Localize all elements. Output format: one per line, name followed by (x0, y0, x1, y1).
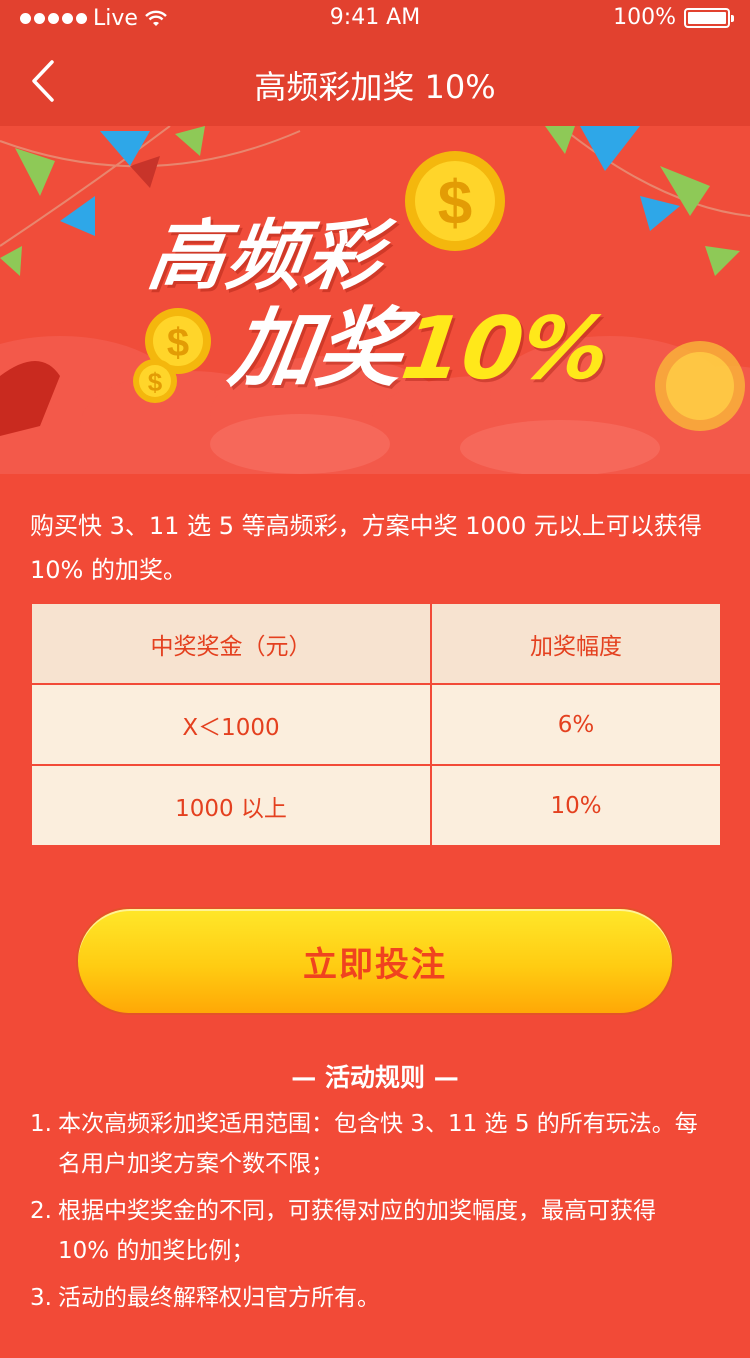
table-header-row: 中奖奖金（元） 加奖幅度 (30, 602, 722, 685)
list-item: 3. 活动的最终解释权归官方所有。 (30, 1278, 720, 1318)
bet-now-button[interactable]: 立即投注 (76, 907, 674, 1015)
nav-bar: 高频彩加奖 10% (0, 40, 750, 126)
svg-text:$: $ (438, 169, 472, 238)
page-title: 高频彩加奖 10% (254, 68, 496, 106)
rules-list: 1. 本次高频彩加奖适用范围：包含快 3、11 选 5 的所有玩法。每名用户加奖… (30, 1104, 720, 1325)
rule-number: 1. (30, 1111, 52, 1137)
list-item: 1. 本次高频彩加奖适用范围：包含快 3、11 选 5 的所有玩法。每名用户加奖… (30, 1104, 720, 1184)
intro-text: 购买快 3、11 选 5 等高频彩，方案中奖 1000 元以上可以获得 10% … (30, 512, 702, 584)
table-cell-prize: X＜1000 (30, 683, 432, 766)
rule-text: 本次高频彩加奖适用范围：包含快 3、11 选 5 的所有玩法。每名用户加奖方案个… (58, 1111, 698, 1177)
table-cell-bonus-rate: 6% (430, 683, 722, 766)
table-header-bonus-rate: 加奖幅度 (430, 602, 722, 685)
rule-text: 根据中奖奖金的不同，可获得对应的加奖幅度，最高可获得 10% 的加奖比例； (58, 1198, 656, 1264)
table-row: 1000 以上 10% (30, 764, 722, 847)
table-cell-prize: 1000 以上 (30, 764, 432, 847)
status-right: 100% (613, 5, 734, 30)
bonus-table: 中奖奖金（元） 加奖幅度 X＜1000 6% 1000 以上 10% (30, 602, 722, 847)
table-cell-bonus-rate: 10% (430, 764, 722, 847)
banner-headline-line2: 加奖10% (223, 278, 618, 403)
banner-headline-percent: 10% (395, 299, 616, 399)
promo-banner: $ $ $ 高频彩 加奖10% (0, 126, 750, 474)
battery-icon (684, 7, 734, 28)
status-bar: Live 9:41 AM 100% (0, 0, 750, 40)
rule-number: 2. (30, 1198, 52, 1224)
rules-heading: — 活动规则 — (291, 1063, 459, 1092)
rule-number: 3. (30, 1285, 52, 1311)
svg-text:$: $ (148, 367, 163, 397)
svg-text:$: $ (167, 321, 189, 365)
rule-text: 活动的最终解释权归官方所有。 (58, 1285, 380, 1311)
table-header-prize: 中奖奖金（元） (30, 602, 432, 685)
list-item: 2. 根据中奖奖金的不同，可获得对应的加奖幅度，最高可获得 10% 的加奖比例； (30, 1191, 720, 1271)
table-row: X＜1000 6% (30, 683, 722, 766)
banner-headline-text: 加奖 (223, 299, 410, 399)
battery-percent: 100% (613, 5, 676, 30)
